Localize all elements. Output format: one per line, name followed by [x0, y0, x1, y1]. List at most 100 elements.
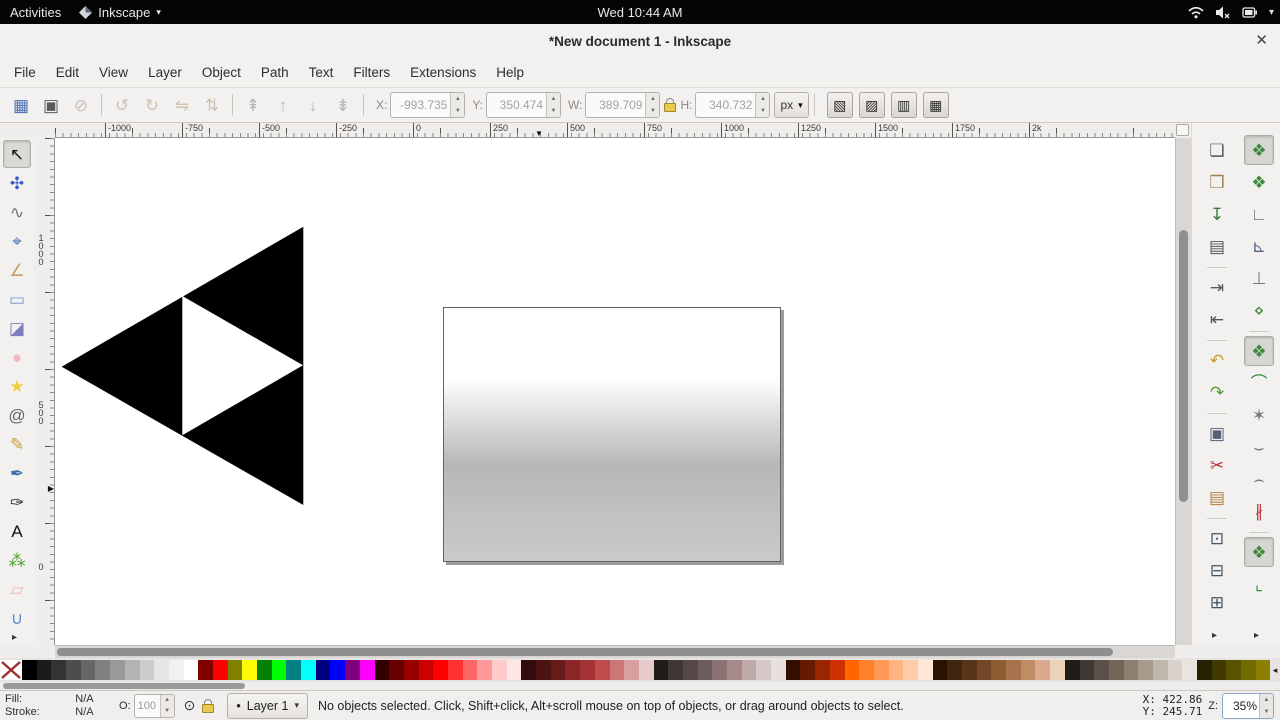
palette-swatch[interactable]: [286, 660, 301, 680]
palette-swatch[interactable]: [991, 660, 1006, 680]
save-button[interactable]: ↧: [1202, 199, 1232, 229]
snap-path-intersections-toggle[interactable]: ✶: [1244, 400, 1274, 430]
palette-swatch[interactable]: [918, 660, 933, 680]
palette-swatch[interactable]: [433, 660, 448, 680]
rotate-ccw-button[interactable]: ↺: [108, 91, 136, 119]
palette-swatch[interactable]: [389, 660, 404, 680]
flip-horizontal-button[interactable]: ⇋: [168, 91, 196, 119]
palette-swatch[interactable]: [1256, 660, 1271, 680]
vertical-scrollbar-thumb[interactable]: [1179, 230, 1188, 502]
scale-stroke-toggle[interactable]: ▧: [827, 92, 853, 118]
w-spin-buttons[interactable]: ▲▼: [645, 93, 659, 117]
menu-item[interactable]: Extensions: [400, 58, 486, 87]
palette-swatch[interactable]: [140, 660, 155, 680]
zoom-field[interactable]: 35% ▲▼: [1222, 693, 1274, 719]
palette-swatch[interactable]: [125, 660, 140, 680]
tweak-tool[interactable]: ∿: [3, 198, 31, 226]
palette-swatch[interactable]: [257, 660, 272, 680]
pencil-tool[interactable]: ✎: [3, 430, 31, 458]
select-all-button[interactable]: ▦: [7, 91, 35, 119]
palette-swatch[interactable]: [1226, 660, 1241, 680]
snap-expander-icon[interactable]: ▸: [1254, 630, 1259, 641]
palette-swatch[interactable]: [95, 660, 110, 680]
ellipse-tool[interactable]: ●: [3, 343, 31, 371]
open-document-button[interactable]: ❒: [1202, 167, 1232, 197]
menu-item[interactable]: View: [89, 58, 138, 87]
palette-swatch[interactable]: [859, 660, 874, 680]
document-page[interactable]: [443, 307, 781, 562]
horizontal-ruler[interactable]: ▼ -1000 -750 -500 -250 0: [55, 123, 1175, 138]
units-dropdown[interactable]: px ▾: [774, 92, 808, 118]
opacity-field[interactable]: 100 ▲▼: [134, 694, 175, 718]
fill-stroke-indicator[interactable]: Fill: N/A Stroke: N/A: [0, 693, 105, 719]
palette-swatch[interactable]: [37, 660, 52, 680]
palette-swatch[interactable]: [1124, 660, 1139, 680]
zoom-tool[interactable]: ⌖: [3, 227, 31, 255]
palette-swatch[interactable]: [521, 660, 536, 680]
palette-swatch[interactable]: [272, 660, 287, 680]
snap-others-toggle[interactable]: ❖: [1244, 537, 1274, 567]
palette-swatch[interactable]: [800, 660, 815, 680]
undo-button[interactable]: ↶: [1202, 345, 1232, 375]
palette-swatch[interactable]: [536, 660, 551, 680]
palette-swatch[interactable]: [771, 660, 786, 680]
menu-item[interactable]: Edit: [46, 58, 89, 87]
palette-swatch[interactable]: [947, 660, 962, 680]
triangle-path-object[interactable]: [60, 226, 305, 506]
rotate-cw-button[interactable]: ↻: [138, 91, 166, 119]
palette-swatch[interactable]: [477, 660, 492, 680]
separator[interactable]: [1207, 518, 1227, 519]
snap-line-midpoints-toggle[interactable]: ∦: [1244, 496, 1274, 526]
palette-swatch[interactable]: [756, 660, 771, 680]
zoom-spin-buttons[interactable]: ▲▼: [1259, 694, 1273, 718]
copy-button[interactable]: ▣: [1202, 418, 1232, 448]
menu-item[interactable]: File: [4, 58, 46, 87]
palette-swatch[interactable]: [595, 660, 610, 680]
menu-item[interactable]: Filters: [343, 58, 400, 87]
star-tool[interactable]: ★: [3, 372, 31, 400]
system-status-area[interactable]: ▾: [1188, 0, 1274, 24]
snap-cusp-nodes-toggle[interactable]: ⌣: [1244, 432, 1274, 462]
snap-nodes-toggle[interactable]: ❖: [1244, 336, 1274, 366]
new-document-button[interactable]: ❏: [1202, 135, 1232, 165]
zoom-page-button[interactable]: ⊞: [1202, 587, 1232, 617]
separator[interactable]: [1249, 532, 1269, 533]
opacity-spin-buttons[interactable]: ▲▼: [160, 695, 174, 717]
palette-swatch[interactable]: [242, 660, 257, 680]
palette-swatch[interactable]: [845, 660, 860, 680]
palette-swatch[interactable]: [742, 660, 757, 680]
palette-swatch[interactable]: [1050, 660, 1065, 680]
palette-swatch[interactable]: [1153, 660, 1168, 680]
palette-swatch[interactable]: [1035, 660, 1050, 680]
palette-swatch[interactable]: [1021, 660, 1036, 680]
palette-swatch[interactable]: [815, 660, 830, 680]
palette-swatch[interactable]: [360, 660, 375, 680]
palette-swatch[interactable]: [889, 660, 904, 680]
vertical-ruler[interactable]: ▶ 1000 500 0: [34, 138, 55, 645]
vertical-scrollbar[interactable]: [1175, 138, 1191, 645]
palette-swatch[interactable]: [1241, 660, 1256, 680]
palette-swatch[interactable]: [507, 660, 522, 680]
import-button[interactable]: ⇥: [1202, 272, 1232, 302]
selector-tool[interactable]: ↖: [3, 140, 31, 168]
h-spin-buttons[interactable]: ▲▼: [755, 93, 769, 117]
palette-swatch[interactable]: [551, 660, 566, 680]
palette-swatch[interactable]: [903, 660, 918, 680]
layer-visibility-icon[interactable]: ⊙: [184, 697, 196, 714]
move-gradients-toggle[interactable]: ▥: [891, 92, 917, 118]
raise-to-top-button[interactable]: ⇞: [239, 91, 267, 119]
palette-swatch[interactable]: [830, 660, 845, 680]
x-field[interactable]: -993.735 ▲▼: [390, 92, 465, 118]
calligraphy-tool[interactable]: ✑: [3, 488, 31, 516]
palette-swatch[interactable]: [624, 660, 639, 680]
palette-swatch[interactable]: [580, 660, 595, 680]
palette-swatch[interactable]: [683, 660, 698, 680]
palette-swatch[interactable]: [154, 660, 169, 680]
snap-bbox-edges-toggle[interactable]: ∟: [1244, 199, 1274, 229]
separator[interactable]: [1249, 331, 1269, 332]
measure-tool[interactable]: ∠: [3, 256, 31, 284]
palette-swatch[interactable]: [668, 660, 683, 680]
h-field[interactable]: 340.732 ▲▼: [695, 92, 770, 118]
flip-vertical-button[interactable]: ⇅: [198, 91, 226, 119]
palette-swatch[interactable]: [1080, 660, 1095, 680]
